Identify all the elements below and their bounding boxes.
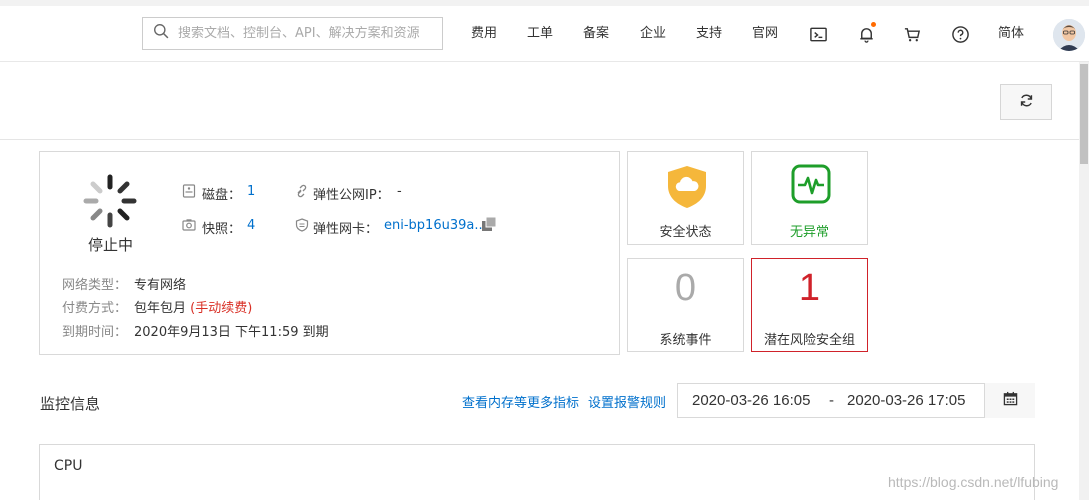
- copy-icon[interactable]: [481, 216, 497, 232]
- refresh-button[interactable]: [1000, 84, 1052, 120]
- manual-renew-link[interactable]: (手动续费): [190, 301, 252, 316]
- nav-ticket[interactable]: 工单: [527, 0, 553, 62]
- set-alarm-rules-link[interactable]: 设置报警规则: [588, 392, 666, 411]
- cart-icon[interactable]: [902, 24, 922, 44]
- top-navigation-bar: 费用 工单 备案 企业 支持 官网 简体: [0, 0, 1089, 62]
- search-input[interactable]: [178, 26, 433, 41]
- nav-enterprise[interactable]: 企业: [640, 0, 666, 62]
- eip-label: 弹性公网IP：: [313, 188, 390, 203]
- system-events-count: 0: [674, 267, 697, 309]
- system-events-label: 系统事件: [659, 333, 712, 348]
- refresh-icon: [1018, 92, 1035, 113]
- monitor-pulse-icon: [790, 163, 832, 209]
- help-icon[interactable]: [950, 24, 970, 44]
- expire-label: 到期时间：: [62, 325, 128, 340]
- security-status-card[interactable]: 安全状态: [627, 151, 744, 245]
- calendar-button[interactable]: [984, 383, 1035, 418]
- system-events-card[interactable]: 0 系统事件: [627, 258, 744, 352]
- bell-icon[interactable]: [856, 22, 876, 44]
- network-type-label: 网络类型：: [62, 278, 128, 293]
- no-anomaly-label: 无异常: [789, 225, 829, 240]
- eip-value: -: [397, 184, 402, 199]
- risk-security-group-label: 潜在风险安全组: [763, 333, 855, 348]
- billing-value: 包年包月 (手动续费): [134, 297, 252, 316]
- risk-security-group-count: 1: [798, 267, 821, 309]
- search-icon: [153, 23, 170, 44]
- cpu-chart-panel: CPU: [39, 444, 1035, 500]
- monitor-section-title: 监控信息: [40, 395, 101, 413]
- watermark-text: https://blog.csdn.net/lfubing: [888, 474, 1059, 490]
- date-range-picker[interactable]: 2020-03-26 16:05 - 2020-03-26 17:05: [677, 383, 1035, 418]
- date-end[interactable]: 2020-03-26 17:05: [847, 392, 965, 409]
- snapshot-icon: [182, 218, 196, 232]
- snapshot-label: 快照：: [202, 222, 242, 237]
- billing-label: 付费方式：: [62, 301, 128, 316]
- link-icon: [295, 184, 309, 198]
- section-divider: [0, 139, 1079, 140]
- network-type-value: 专有网络: [134, 278, 187, 293]
- instance-overview-panel: 停止中 磁盘： 1 快照： 4 弹性公网IP： - 弹性网卡： eni-bp16…: [39, 151, 620, 355]
- scrollbar-thumb[interactable]: [1080, 64, 1088, 164]
- eni-label: 弹性网卡：: [313, 222, 379, 237]
- billing-type: 包年包月: [134, 301, 187, 316]
- nav-support[interactable]: 支持: [696, 0, 722, 62]
- snapshot-count-link[interactable]: 4: [247, 218, 255, 233]
- loading-spinner-icon: [81, 172, 139, 230]
- date-separator: -: [829, 392, 834, 409]
- disk-label: 磁盘：: [202, 188, 242, 203]
- expire-value: 2020年9月13日 下午11:59 到期: [134, 325, 329, 340]
- notification-dot: [871, 22, 876, 27]
- nav-official-site[interactable]: 官网: [752, 0, 778, 62]
- avatar[interactable]: [1053, 19, 1085, 51]
- security-shield-icon: [666, 164, 708, 214]
- eni-link[interactable]: eni-bp16u39a...: [384, 218, 487, 233]
- calendar-icon: [1003, 391, 1018, 410]
- shield-icon: [295, 218, 309, 232]
- vertical-scrollbar[interactable]: [1079, 62, 1089, 500]
- instance-status: 停止中: [88, 236, 134, 254]
- language-switch[interactable]: 简体: [998, 0, 1024, 62]
- terminal-icon[interactable]: [808, 24, 828, 44]
- global-search[interactable]: [142, 17, 443, 50]
- date-start[interactable]: 2020-03-26 16:05: [692, 392, 810, 409]
- security-status-label: 安全状态: [659, 225, 712, 240]
- disk-icon: [182, 184, 196, 198]
- more-metrics-link[interactable]: 查看内存等更多指标: [462, 392, 579, 411]
- no-anomaly-card[interactable]: 无异常: [751, 151, 868, 245]
- nav-icp[interactable]: 备案: [583, 0, 609, 62]
- nav-billing[interactable]: 费用: [471, 0, 497, 62]
- cpu-chart-title: CPU: [54, 458, 83, 474]
- risk-security-group-card[interactable]: 1 潜在风险安全组: [751, 258, 868, 352]
- disk-count-link[interactable]: 1: [247, 184, 255, 199]
